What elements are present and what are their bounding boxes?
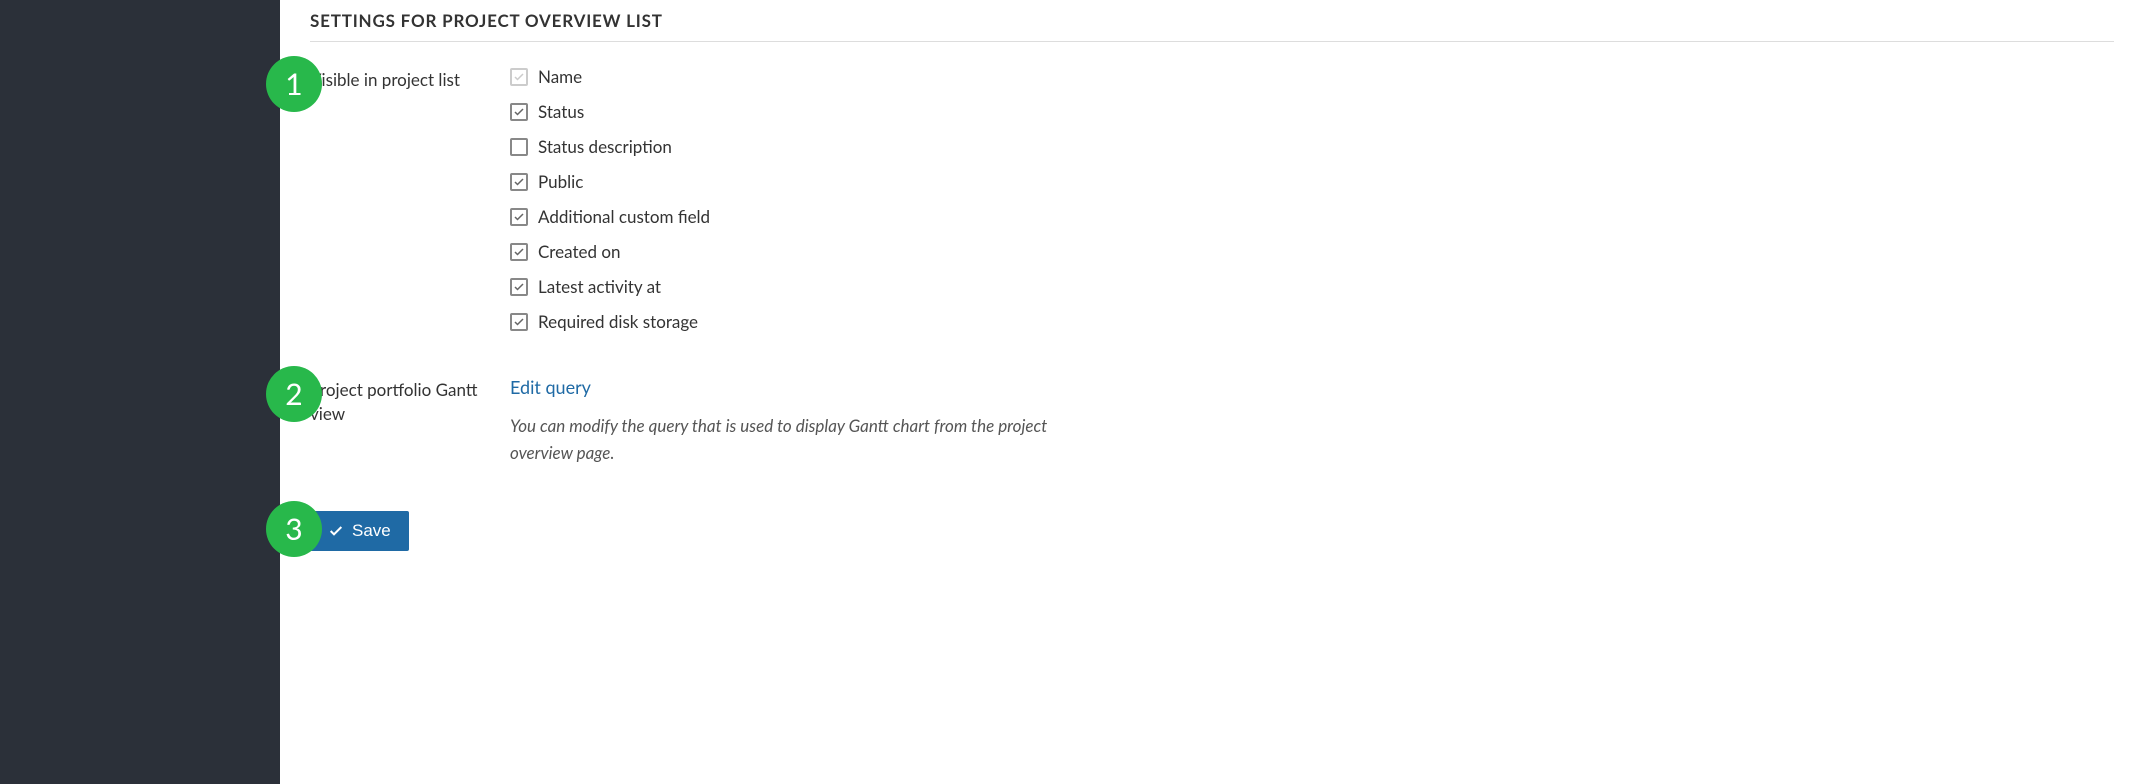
save-button[interactable]: Save [310,511,409,551]
checkbox[interactable] [510,243,528,261]
check-icon [513,281,525,293]
check-icon [513,106,525,118]
check-icon [328,523,344,539]
row-visible-in-project-list: 1 Visible in project list Name Status Stat… [310,66,2114,346]
gantt-value-col: Edit query You can modify the query that… [510,376,2114,466]
checkbox[interactable] [510,278,528,296]
edit-query-link[interactable]: Edit query [510,376,591,398]
checkbox-row: Public [510,171,2114,192]
check-icon [513,246,525,258]
step-badge-2: 2 [266,366,322,422]
row-label: Project portfolio Gantt view [310,379,477,424]
checkbox-list: Name Status Status description Public Additi… [510,66,2114,346]
sidebar [0,0,280,784]
checkbox-label: Public [538,171,583,192]
step-badge-1: 1 [266,56,322,112]
checkbox[interactable] [510,173,528,191]
checkbox-label: Created on [538,241,621,262]
checkbox-label: Additional custom field [538,206,710,227]
checkbox[interactable] [510,313,528,331]
checkbox-row: Required disk storage [510,311,2114,332]
save-button-label: Save [352,521,391,541]
checkbox[interactable] [510,208,528,226]
check-icon [513,316,525,328]
checkbox-label: Name [538,66,582,87]
checkbox-label: Required disk storage [538,311,698,332]
row-gantt-view: 2 Project portfolio Gantt view Edit quer… [310,376,2114,466]
checkbox-row: Latest activity at [510,276,2114,297]
section-title: SETTINGS FOR PROJECT OVERVIEW LIST [310,10,2114,42]
checkbox-row: Status [510,101,2114,122]
check-icon [513,176,525,188]
row-label-col: 2 Project portfolio Gantt view [310,376,490,426]
gantt-help-text: You can modify the query that is used to… [510,412,1090,466]
checkbox-label: Latest activity at [538,276,661,297]
check-icon [513,71,525,83]
checkbox-row: Status description [510,136,2114,157]
checkbox-label: Status description [538,136,672,157]
step-badge-3: 3 [266,501,322,557]
checkbox[interactable] [510,103,528,121]
save-wrap: 3 Save [310,511,2114,551]
check-icon [513,211,525,223]
checkbox[interactable] [510,138,528,156]
row-label-col: 1 Visible in project list [310,66,490,92]
row-label: Visible in project list [310,69,460,90]
checkbox-label: Status [538,101,584,122]
main-content: SETTINGS FOR PROJECT OVERVIEW LIST 1 Vis… [280,0,2154,784]
checkbox [510,68,528,86]
checkbox-row: Additional custom field [510,206,2114,227]
checkbox-row: Name [510,66,2114,87]
checkbox-row: Created on [510,241,2114,262]
